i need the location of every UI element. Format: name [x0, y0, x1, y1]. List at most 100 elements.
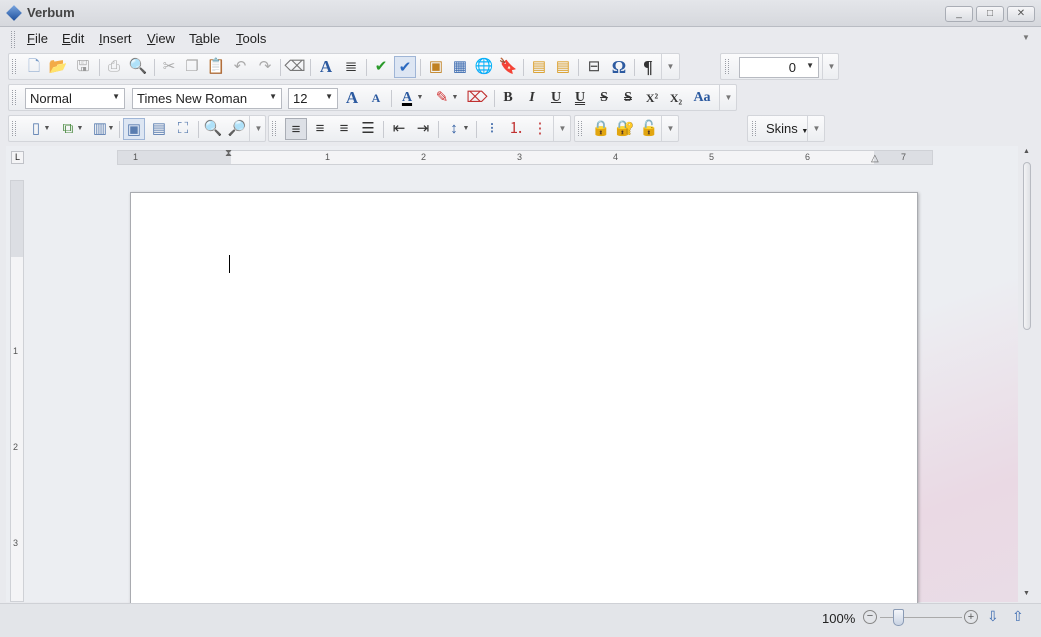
toolbar-overflow-button[interactable]: ▼: [249, 116, 267, 141]
editing-permissions-icon[interactable]: 🔐: [614, 118, 636, 140]
style-select[interactable]: Normal ▼: [25, 88, 125, 109]
chevron-down-icon[interactable]: ▼: [42, 118, 52, 140]
header-icon[interactable]: ▤: [528, 56, 550, 78]
menu-overflow-icon[interactable]: ▼: [1022, 33, 1030, 42]
zoom-in-icon[interactable]: 🔎: [226, 118, 248, 140]
grip-handle[interactable]: [752, 121, 756, 136]
insert-bookmark-icon[interactable]: 🔖: [497, 56, 519, 78]
close-button[interactable]: ✕: [1007, 6, 1035, 22]
subscript-button[interactable]: X₂: [665, 87, 687, 109]
unprotect-document-icon[interactable]: 🔓: [638, 118, 660, 140]
paste-icon[interactable]: 📋: [205, 56, 227, 78]
eraser-icon[interactable]: ⌫: [284, 56, 306, 78]
underline-button[interactable]: U: [545, 87, 567, 109]
document-page[interactable]: [130, 192, 918, 604]
undo-icon[interactable]: ↶: [229, 56, 251, 78]
grip-handle[interactable]: [12, 121, 16, 136]
menu-file[interactable]: File: [27, 31, 48, 46]
zoom-slider-thumb[interactable]: [893, 609, 904, 626]
zoom-in-button[interactable]: +: [964, 610, 978, 624]
print-icon[interactable]: ⎙: [103, 56, 125, 78]
font-size-select[interactable]: 12 ▼: [288, 88, 338, 109]
scrollbar-thumb[interactable]: [1023, 162, 1031, 330]
font-family-select[interactable]: Times New Roman ▼: [132, 88, 282, 109]
cut-icon[interactable]: ✂: [158, 56, 180, 78]
multilevel-list-icon[interactable]: ⋮: [529, 118, 551, 140]
double-strikethrough-button[interactable]: S: [617, 87, 639, 109]
spacing-select[interactable]: 0 ▼: [739, 57, 819, 78]
show-formatting-marks-icon[interactable]: ¶: [637, 56, 659, 78]
shrink-font-icon[interactable]: A: [365, 87, 387, 109]
toolbar-overflow-button[interactable]: ▼: [661, 54, 679, 79]
chevron-down-icon[interactable]: ▼: [415, 87, 425, 109]
new-document-icon[interactable]: 🗋: [23, 56, 45, 78]
skins-button[interactable]: Skins ▼: [766, 121, 808, 136]
indent-marker[interactable]: ⧗: [225, 148, 232, 159]
justify-icon[interactable]: ☰: [357, 118, 379, 140]
toolbar-overflow-button[interactable]: ▼: [822, 54, 840, 79]
align-right-icon[interactable]: ≡: [333, 118, 355, 140]
paragraph-format-icon[interactable]: ≣: [340, 56, 362, 78]
open-folder-icon[interactable]: 📂: [47, 56, 69, 78]
align-left-icon[interactable]: ≡: [285, 118, 307, 140]
menu-tools[interactable]: Tools: [236, 31, 266, 46]
numbering-icon[interactable]: ⒈: [505, 118, 527, 140]
zoom-out-button[interactable]: −: [863, 610, 877, 624]
right-indent-marker[interactable]: △: [871, 153, 879, 164]
vertical-ruler[interactable]: 1 2 3: [10, 180, 24, 602]
change-case-button[interactable]: Aa: [689, 87, 715, 109]
toolbar-overflow-button[interactable]: ▼: [553, 116, 571, 141]
strikethrough-button[interactable]: S: [593, 87, 615, 109]
increase-indent-icon[interactable]: ⇥: [412, 118, 434, 140]
minimize-button[interactable]: _: [945, 6, 973, 22]
grip-handle[interactable]: [12, 90, 16, 105]
copy-icon[interactable]: ❐: [181, 56, 203, 78]
chevron-down-icon[interactable]: ▼: [106, 118, 116, 140]
draft-view-icon[interactable]: ▤: [148, 118, 170, 140]
toolbar-overflow-button[interactable]: ▼: [807, 116, 825, 141]
insert-image-icon[interactable]: ▣: [425, 56, 447, 78]
grip-handle[interactable]: [12, 59, 16, 74]
insert-table-icon[interactable]: ▦: [449, 56, 471, 78]
tab-stop-selector[interactable]: L: [11, 151, 24, 164]
chevron-down-icon[interactable]: ▼: [450, 87, 460, 109]
clear-formatting-icon[interactable]: ⌦: [466, 87, 488, 109]
insert-symbol-icon[interactable]: Ω: [608, 56, 630, 78]
decrease-indent-icon[interactable]: ⇤: [388, 118, 410, 140]
italic-button[interactable]: I: [521, 87, 543, 109]
footer-icon[interactable]: ▤: [552, 56, 574, 78]
toolbar-overflow-button[interactable]: ▼: [661, 116, 679, 141]
maximize-button[interactable]: □: [976, 6, 1004, 22]
previous-page-icon[interactable]: ⇧: [1012, 608, 1024, 625]
chevron-down-icon[interactable]: ▼: [461, 118, 471, 140]
spell-check-icon[interactable]: ✔: [370, 56, 392, 78]
menu-table[interactable]: Table: [189, 31, 220, 46]
scroll-down-icon[interactable]: ▼: [1023, 590, 1030, 597]
bold-button[interactable]: B: [497, 87, 519, 109]
protect-document-icon[interactable]: 🔒: [590, 118, 612, 140]
chevron-down-icon[interactable]: ▼: [75, 118, 85, 140]
zoom-out-icon[interactable]: 🔍: [202, 118, 224, 140]
menu-edit[interactable]: Edit: [62, 31, 84, 46]
grow-font-icon[interactable]: A: [341, 87, 363, 109]
bullets-icon[interactable]: ⁝: [481, 118, 503, 140]
align-center-icon[interactable]: ≡: [309, 118, 331, 140]
horizontal-ruler[interactable]: 1 1 2 3 4 5 6 7 ⧗ △: [117, 148, 933, 165]
menu-view[interactable]: View: [147, 31, 175, 46]
menu-insert[interactable]: Insert: [99, 31, 132, 46]
grip-handle[interactable]: [272, 121, 276, 136]
grip-handle[interactable]: [725, 59, 729, 74]
spell-check-as-you-type-icon[interactable]: ✔: [394, 56, 416, 78]
font-icon[interactable]: A: [315, 56, 337, 78]
print-preview-icon[interactable]: 🔍: [127, 56, 149, 78]
grip-handle[interactable]: [11, 31, 15, 48]
insert-hyperlink-icon[interactable]: 🌐: [473, 56, 495, 78]
print-layout-icon[interactable]: ▣: [123, 118, 145, 140]
scroll-up-icon[interactable]: ▲: [1023, 148, 1030, 155]
next-page-icon[interactable]: ⇩: [987, 608, 999, 625]
toolbar-overflow-button[interactable]: ▼: [719, 85, 737, 110]
save-icon[interactable]: 🖫: [72, 56, 94, 78]
full-screen-icon[interactable]: ⛶: [172, 118, 194, 140]
grip-handle[interactable]: [578, 121, 582, 136]
page-break-icon[interactable]: ⊟: [583, 56, 605, 78]
